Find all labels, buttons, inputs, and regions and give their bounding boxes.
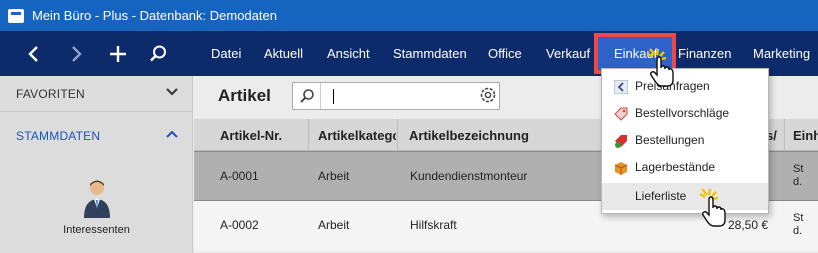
search-input[interactable] xyxy=(292,82,500,110)
column-separator xyxy=(784,119,785,151)
einkauf-dropdown-menu: Preisanfragen Bestellvorschläge Bestellu… xyxy=(601,68,769,214)
menu-finanzen[interactable]: Finanzen xyxy=(678,46,731,61)
title-bar: Mein Büro - Plus - Datenbank: Demodaten xyxy=(0,0,818,31)
back-button[interactable] xyxy=(14,31,54,76)
menu-item-bestellungen[interactable]: Bestellungen xyxy=(602,127,768,154)
sidebar-item-interessenten-label: Interessenten xyxy=(63,224,130,236)
text-cursor xyxy=(333,89,334,104)
menu-item-bestellvorschlaege[interactable]: Bestellvorschläge xyxy=(602,100,768,127)
forward-button[interactable] xyxy=(56,31,96,76)
arrow-left-icon xyxy=(614,80,628,94)
menu-marketing[interactable]: Marketing xyxy=(753,46,810,61)
page-title: Artikel xyxy=(218,86,271,105)
click-pointer-icon xyxy=(699,188,726,227)
person-icon xyxy=(79,178,115,218)
cell-artikel-nr: A-0001 xyxy=(220,169,259,183)
menu-ansicht[interactable]: Ansicht xyxy=(327,46,370,61)
cell-einheit: St d. xyxy=(793,212,804,237)
menu-item-label: Bestellvorschläge xyxy=(635,106,730,120)
cell-bezeichnung: Hilfskraft xyxy=(410,218,457,232)
chevron-right-icon xyxy=(72,45,82,62)
click-pointer-icon xyxy=(647,48,674,87)
cell-bezeichnung: Kundendienstmonteur xyxy=(410,169,528,183)
add-button[interactable] xyxy=(98,31,138,76)
cell-einheit: St d. xyxy=(793,163,804,188)
tag-icon xyxy=(614,107,628,121)
sidebar-section-stammdaten[interactable]: STAMMDATEN xyxy=(0,118,193,154)
sidebar-item-interessenten[interactable]: Interessenten xyxy=(0,178,193,236)
menu-datei[interactable]: Datei xyxy=(211,46,241,61)
search-icon[interactable] xyxy=(293,83,321,109)
sidebar-stammdaten-label: STAMMDATEN xyxy=(16,129,101,143)
gear-icon[interactable] xyxy=(478,85,498,105)
column-separator xyxy=(397,119,398,151)
menu-item-label: Bestellungen xyxy=(635,133,705,147)
cell-preis: 28,50 € xyxy=(728,218,769,232)
chevron-left-icon xyxy=(28,45,38,62)
menu-verkauf[interactable]: Verkauf xyxy=(546,46,590,61)
window-title: Mein Büro - Plus - Datenbank: Demodaten xyxy=(32,8,277,23)
column-separator xyxy=(308,119,309,151)
app-icon xyxy=(8,8,24,23)
menu-item-lagerbestaende[interactable]: Lagerbestände xyxy=(602,154,768,181)
sidebar-section-favoriten[interactable]: FAVORITEN xyxy=(0,76,193,112)
cell-kategorie: Arbeit xyxy=(318,169,350,183)
sidebar: FAVORITEN STAMMDATEN Interessenten xyxy=(0,76,193,253)
order-tag-icon xyxy=(615,135,627,148)
chevron-up-icon xyxy=(166,130,178,138)
box-icon xyxy=(614,162,628,175)
sidebar-favoriten-label: FAVORITEN xyxy=(16,86,85,101)
chevron-down-icon xyxy=(166,88,178,96)
plus-icon xyxy=(110,45,126,62)
cell-artikel-nr: A-0002 xyxy=(220,218,259,232)
menu-item-label: Lieferliste xyxy=(635,189,687,203)
menu-item-preisanfragen[interactable]: Preisanfragen xyxy=(602,73,768,100)
cell-kategorie: Arbeit xyxy=(318,218,350,232)
menu-item-lieferliste[interactable]: Lieferliste xyxy=(602,183,768,210)
col-artikel-nr[interactable]: Artikel-Nr. xyxy=(220,128,312,143)
nav-search-button[interactable] xyxy=(138,31,178,76)
menu-item-label: Lagerbestände xyxy=(635,160,716,174)
col-einheit[interactable]: Einh xyxy=(793,128,818,143)
col-artikelbezeichnung[interactable]: Artikelbezeichnung xyxy=(409,128,609,143)
search-icon xyxy=(150,45,166,61)
menu-office[interactable]: Office xyxy=(488,46,522,61)
col-artikelkategorie[interactable]: Artikelkatego xyxy=(318,128,396,143)
menu-stammdaten[interactable]: Stammdaten xyxy=(393,46,467,61)
menu-aktuell[interactable]: Aktuell xyxy=(264,46,303,61)
